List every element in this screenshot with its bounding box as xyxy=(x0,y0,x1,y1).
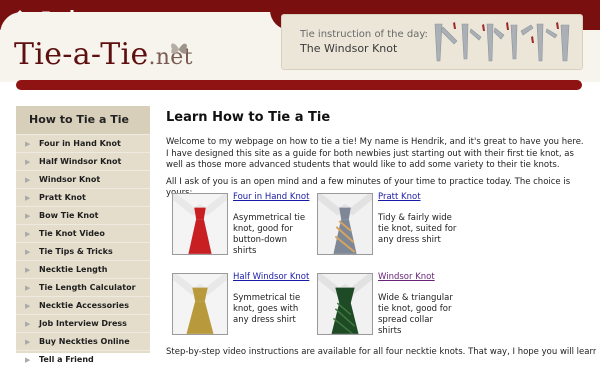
sidebar-item-label: Half Windsor Knot xyxy=(39,157,122,166)
arrow-right-icon: ▶ xyxy=(25,194,31,202)
tie-thumbnail[interactable] xyxy=(317,193,373,255)
knot-description: Wide & triangular tie knot, good for spr… xyxy=(378,293,453,336)
arrow-right-icon: ▶ xyxy=(25,284,31,292)
site-logo[interactable]: Tie-a-Tie.net xyxy=(14,37,193,72)
knot-card: Windsor Knot Wide & triangular tie knot,… xyxy=(317,272,467,336)
knot-link[interactable]: Four in Hand Knot xyxy=(233,192,309,202)
knot-description: Asymmetrical tie knot, good for button-d… xyxy=(233,213,306,256)
tie-of-the-day-label: Tie instruction of the day: xyxy=(300,29,428,40)
sidebar-item-label: Windsor Knot xyxy=(39,175,101,184)
sidebar-heading: How to Tie a Tie xyxy=(16,106,150,134)
sidebar-item-label: Necktie Length xyxy=(39,265,108,274)
knot-description: Symmetrical tie knot, goes with any dres… xyxy=(233,293,301,325)
arrow-right-icon: ▶ xyxy=(25,356,31,364)
sidebar-item-buy-neckties[interactable]: ▶ Buy Neckties Online xyxy=(16,332,150,350)
arrow-right-icon: ▶ xyxy=(25,158,31,166)
sidebar-item-label: Pratt Knot xyxy=(39,193,86,202)
knot-description: Tidy & fairly wide tie knot, suited for … xyxy=(378,213,457,245)
arrow-right-icon: ▶ xyxy=(25,266,31,274)
arrow-right-icon: ▶ xyxy=(25,320,31,328)
knot-card: Half Windsor Knot Symmetrical tie knot, … xyxy=(172,272,322,335)
knot-steps-illustration xyxy=(434,22,570,62)
sidebar-item-tips-tricks[interactable]: ▶ Tie Tips & Tricks xyxy=(16,242,150,260)
tie-thumbnail[interactable] xyxy=(317,273,373,335)
knot-link[interactable]: Half Windsor Knot xyxy=(233,272,309,282)
sidebar-item-length-calculator[interactable]: ▶ Tie Length Calculator xyxy=(16,278,150,296)
sidebar-item-label: Tie Knot Video xyxy=(39,229,105,238)
sidebar-item-label: Tie Tips & Tricks xyxy=(39,247,113,256)
sidebar-item-label: Four in Hand Knot xyxy=(39,139,121,148)
sidebar-item-half-windsor[interactable]: ▶ Half Windsor Knot xyxy=(16,152,150,170)
arrow-right-icon: ▶ xyxy=(25,176,31,184)
arrow-right-icon: ▶ xyxy=(25,338,31,346)
sidebar-item-label: Necktie Accessories xyxy=(39,301,129,310)
sidebar-item-bow-tie[interactable]: ▶ Bow Tie Knot xyxy=(16,206,150,224)
tie-thumbnail[interactable] xyxy=(172,193,228,255)
knot-card: Pratt Knot Tidy & fairly wide tie knot, … xyxy=(317,192,467,255)
arrow-right-icon: ▶ xyxy=(25,230,31,238)
page-title: Learn How to Tie a Tie xyxy=(166,110,331,125)
sidebar-item-tie-knot-video[interactable]: ▶ Tie Knot Video xyxy=(16,224,150,242)
tie-thumbnail[interactable] xyxy=(172,273,228,335)
sidebar-item-label: Bow Tie Knot xyxy=(39,211,99,220)
sidebar-item-necktie-length[interactable]: ▶ Necktie Length xyxy=(16,260,150,278)
intro-paragraph: Welcome to my webpage on how to tie a ti… xyxy=(166,137,584,170)
sidebar-item-label: Tell a Friend xyxy=(39,355,94,364)
arrow-right-icon: ▶ xyxy=(25,302,31,310)
knot-link[interactable]: Pratt Knot xyxy=(378,192,421,202)
sidebar-nav: How to Tie a Tie ▶ Four in Hand Knot ▶ Hal… xyxy=(16,106,150,364)
tie-of-the-day-box[interactable]: Tie instruction of the day: The Windsor … xyxy=(281,14,583,70)
main-content: Learn How to Tie a Tie Welcome to my web… xyxy=(166,110,586,205)
site-name: Tie-a-Tie xyxy=(14,37,149,72)
arrow-right-icon: ▶ xyxy=(25,212,31,220)
sidebar-item-four-in-hand[interactable]: ▶ Four in Hand Knot xyxy=(16,134,150,152)
sidebar-item-job-interview[interactable]: ▶ Job Interview Dress xyxy=(16,314,150,332)
arrow-right-icon: ▶ xyxy=(25,248,31,256)
tie-of-the-day-value: The Windsor Knot xyxy=(300,42,398,55)
arrow-right-icon: ▶ xyxy=(25,140,31,148)
header-divider-bar xyxy=(16,80,582,90)
sidebar-item-windsor[interactable]: ▶ Windsor Knot xyxy=(16,170,150,188)
butterfly-icon xyxy=(171,43,187,54)
sidebar-item-accessories[interactable]: ▶ Necktie Accessories xyxy=(16,296,150,314)
sidebar-item-label: Tie Length Calculator xyxy=(39,283,136,292)
knot-card: Four in Hand Knot Asymmetrical tie knot,… xyxy=(172,192,322,256)
sidebar-item-label: Job Interview Dress xyxy=(39,319,127,328)
sidebar-item-label: Buy Neckties Online xyxy=(39,337,130,346)
sidebar-item-pratt[interactable]: ▶ Pratt Knot xyxy=(16,188,150,206)
knot-link[interactable]: Windsor Knot xyxy=(378,272,435,282)
